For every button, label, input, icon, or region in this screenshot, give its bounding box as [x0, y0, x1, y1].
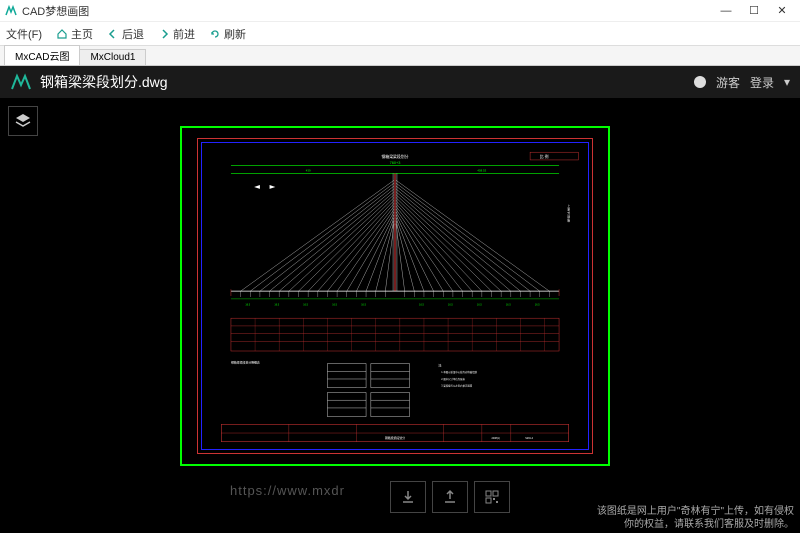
window-title: CAD梦想画图 — [22, 3, 712, 19]
guest-label: 游客 — [716, 74, 740, 91]
chevron-down-icon[interactable]: ▾ — [784, 75, 790, 89]
qrcode-button[interactable] — [474, 481, 510, 513]
filename-label: 钢箱梁梁段划分.dwg — [40, 72, 694, 92]
watermark-text: https://www.mxdr — [230, 483, 345, 498]
svg-text:钢箱梁梁段划分: 钢箱梁梁段划分 — [385, 435, 405, 440]
viewer-logo-icon — [10, 71, 32, 93]
cad-drawing: 钢箱梁梁段划分 比 例 760+3 439 458.53 — [202, 143, 588, 449]
svg-text:钢箱梁梁段划分明细表: 钢箱梁梁段划分明细表 — [231, 360, 260, 365]
svg-text:2408(1): 2408(1) — [492, 437, 500, 440]
svg-text:16.5: 16.5 — [477, 304, 482, 307]
bottom-toolbar — [390, 481, 510, 513]
svg-text:16.5: 16.5 — [361, 304, 366, 307]
menu-back[interactable]: 后退 — [107, 26, 144, 42]
login-link[interactable]: 登录 — [750, 74, 774, 91]
menu-home[interactable]: 主页 — [56, 26, 93, 42]
tab-mxcloud1[interactable]: MxCloud1 — [79, 49, 146, 65]
forward-icon — [158, 28, 170, 40]
svg-text:3.梁段编号从左至右依次递增: 3.梁段编号从左至右依次递增 — [441, 384, 472, 388]
window-controls: ― ☐ ✕ — [712, 1, 796, 21]
menu-refresh[interactable]: 刷新 — [209, 26, 246, 42]
svg-text:1.本图以桥梁中心线为对称轴绘制: 1.本图以桥梁中心线为对称轴绘制 — [441, 370, 477, 374]
tab-mxcad-cloud[interactable]: MxCAD云图 — [4, 45, 80, 65]
drawing-border-outer: 钢箱梁梁段划分 比 例 760+3 439 458.53 — [197, 138, 593, 454]
menubar: 文件(F) 主页 后退 前进 刷新 — [0, 22, 800, 46]
svg-text:上 承 式 钢 箱: 上 承 式 钢 箱 — [567, 203, 571, 223]
svg-text:760+3: 760+3 — [390, 161, 401, 165]
share-button[interactable] — [432, 481, 468, 513]
svg-text:16.5: 16.5 — [506, 304, 511, 307]
app-icon — [4, 4, 18, 18]
svg-text:S291-4: S291-4 — [525, 437, 533, 440]
download-button[interactable] — [390, 481, 426, 513]
user-avatar-icon — [694, 76, 706, 88]
svg-text:16.5: 16.5 — [448, 304, 453, 307]
svg-text:比 例: 比 例 — [540, 154, 549, 159]
svg-text:439: 439 — [306, 169, 311, 173]
maximize-button[interactable]: ☐ — [740, 1, 768, 21]
layers-button[interactable] — [8, 106, 38, 136]
drawing-canvas[interactable]: 钢箱梁梁段划分 比 例 760+3 439 458.53 — [180, 126, 610, 466]
svg-text:16.5: 16.5 — [303, 304, 308, 307]
home-icon — [56, 28, 68, 40]
svg-text:16.5: 16.5 — [274, 304, 279, 307]
svg-text:16.5: 16.5 — [419, 304, 424, 307]
disclaimer-text: 该图纸是网上用户"奇林有宁"上传，如有侵权 你的权益，请联系我们客服及时删除。 — [591, 503, 800, 533]
svg-text:458.53: 458.53 — [477, 169, 486, 173]
svg-text:16.5: 16.5 — [332, 304, 337, 307]
viewer-header: 钢箱梁梁段划分.dwg 游客 登录 ▾ — [0, 66, 800, 98]
back-icon — [107, 28, 119, 40]
refresh-icon — [209, 28, 221, 40]
menu-file[interactable]: 文件(F) — [6, 26, 42, 42]
drawing-title: 钢箱梁梁段划分 — [381, 154, 408, 159]
cad-viewer: 钢箱梁梁段划分.dwg 游客 登录 ▾ 钢箱梁梁段划分 比 例 760+3 — [0, 66, 800, 533]
close-button[interactable]: ✕ — [768, 1, 796, 21]
svg-text:16.5: 16.5 — [535, 304, 540, 307]
svg-text:2.图中尺寸单位为厘米: 2.图中尺寸单位为厘米 — [441, 377, 465, 381]
user-area: 游客 登录 ▾ — [694, 74, 790, 91]
svg-text:16.5: 16.5 — [245, 304, 250, 307]
window-titlebar: CAD梦想画图 ― ☐ ✕ — [0, 0, 800, 22]
minimize-button[interactable]: ― — [712, 1, 740, 21]
drawing-border-inner: 钢箱梁梁段划分 比 例 760+3 439 458.53 — [201, 142, 589, 450]
menu-forward[interactable]: 前进 — [158, 26, 195, 42]
svg-text:注:: 注: — [438, 362, 442, 367]
tabbar: MxCAD云图 MxCloud1 — [0, 46, 800, 66]
